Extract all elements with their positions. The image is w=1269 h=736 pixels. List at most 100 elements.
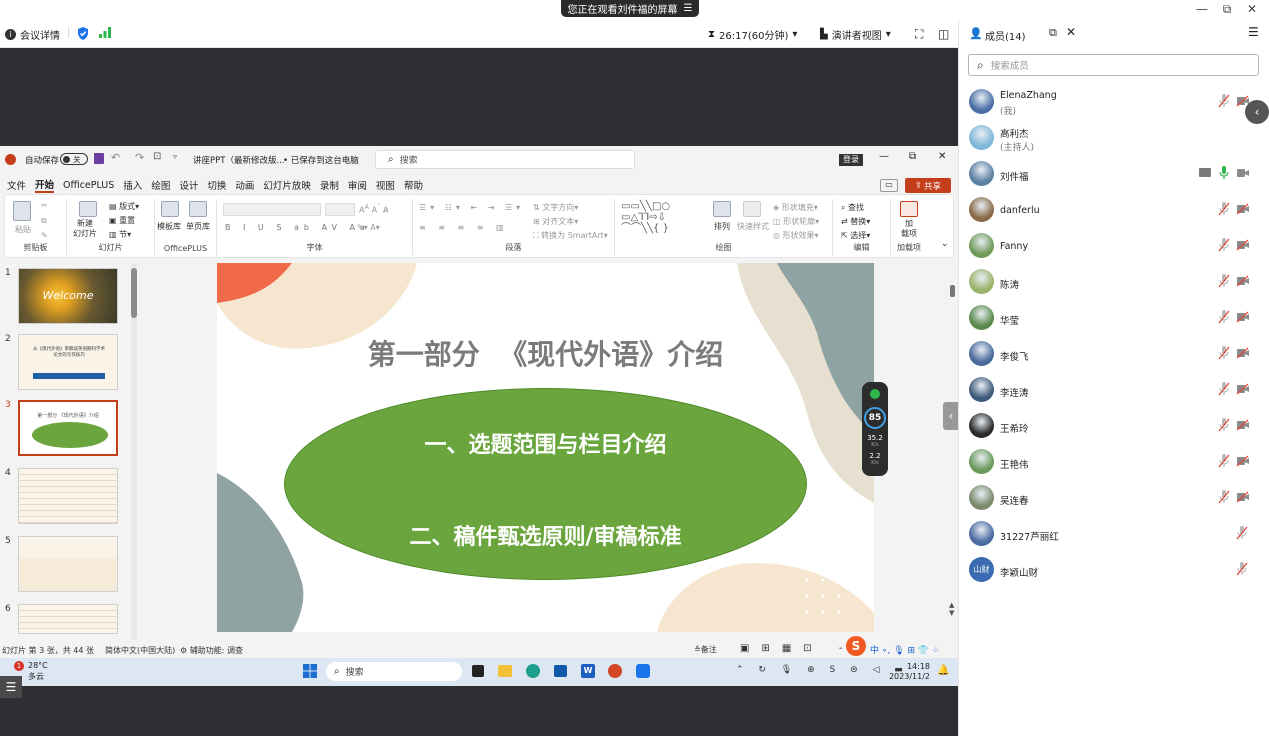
camera-off-icon[interactable] bbox=[1236, 347, 1250, 359]
member-row[interactable]: 刘件福 bbox=[959, 156, 1269, 192]
taskbar-search[interactable]: ⌕ 搜索 bbox=[326, 662, 462, 681]
cut-icon[interactable]: ✂ bbox=[41, 201, 48, 210]
member-row[interactable]: 华莹 bbox=[959, 300, 1269, 336]
menu-view[interactable]: 视图 bbox=[376, 178, 395, 192]
minimize-icon[interactable]: — bbox=[1192, 2, 1212, 16]
slide-scroll-thumb[interactable] bbox=[950, 285, 955, 297]
camera-off-icon[interactable] bbox=[1236, 455, 1250, 467]
layout-button[interactable]: ▤ 版式▾ bbox=[109, 201, 139, 212]
list-menu-icon[interactable]: ☰ bbox=[0, 676, 22, 698]
template-label[interactable]: 模板库 bbox=[157, 221, 181, 232]
page-nav-icons[interactable]: ▲ ▼ bbox=[949, 601, 954, 617]
mic-muted-icon[interactable] bbox=[1217, 237, 1231, 253]
member-row[interactable]: 高利杰 (主持人) bbox=[959, 120, 1269, 156]
find-button[interactable]: ⌕ 查找 bbox=[841, 202, 864, 213]
mic-muted-icon[interactable] bbox=[1235, 525, 1249, 541]
member-row[interactable]: 王希玲 bbox=[959, 408, 1269, 444]
ppt-restore-icon[interactable]: ⧉ bbox=[909, 151, 916, 162]
screen-share-icon[interactable] bbox=[1199, 168, 1211, 177]
undo-icon[interactable]: ↶ bbox=[111, 151, 120, 164]
align-buttons[interactable]: ≡ ≡ ≡ ≡ ▥ bbox=[419, 223, 509, 232]
member-row[interactable]: 31227芦丽红 bbox=[959, 516, 1269, 552]
addins-icon[interactable] bbox=[900, 201, 918, 217]
align-text-button[interactable]: ⊞ 对齐文本▾ bbox=[533, 216, 578, 227]
camera-on-icon[interactable] bbox=[1236, 167, 1250, 179]
shapes-gallery[interactable]: ▭▭╲╲□○ ▭△⅂⅂⇨⇩ ⌒⌒╲╲{ } bbox=[621, 201, 670, 234]
clock-date[interactable]: 2023/11/2 bbox=[880, 672, 930, 681]
new-slide-icon[interactable] bbox=[79, 201, 97, 217]
mic-muted-icon[interactable] bbox=[1217, 273, 1231, 289]
mic-muted-icon[interactable] bbox=[1217, 201, 1231, 217]
language-status[interactable]: 简体中文(中国大陆) bbox=[105, 645, 175, 656]
camera-off-icon[interactable] bbox=[1236, 311, 1250, 323]
ribbon-collapse-icon[interactable]: ⌄ bbox=[941, 239, 949, 249]
meeting-info-button[interactable]: i 会议详情 bbox=[5, 27, 60, 42]
member-search-input[interactable]: ⌕ 搜索成员 bbox=[968, 54, 1259, 76]
popout-icon[interactable]: ⧉ bbox=[1049, 26, 1057, 40]
thumbs-scroll-thumb[interactable] bbox=[131, 268, 137, 318]
signal-icon[interactable] bbox=[99, 27, 111, 38]
word-icon[interactable]: W bbox=[581, 664, 595, 678]
member-row[interactable]: ElenaZhang (我) bbox=[959, 84, 1269, 120]
smartart-button[interactable]: ⛶ 转换为 SmartArt▾ bbox=[533, 230, 608, 241]
menu-file[interactable]: 文件 bbox=[7, 178, 26, 192]
windows-start-icon[interactable] bbox=[303, 664, 317, 678]
notification-bell-icon[interactable]: 🔔 bbox=[937, 665, 949, 676]
collapse-chevron-icon[interactable]: ‹ bbox=[1245, 100, 1269, 124]
clock-time[interactable]: 14:18 bbox=[896, 662, 930, 671]
slide-scrollbar[interactable]: ▲ ▼ bbox=[948, 263, 957, 632]
mic-muted-icon[interactable] bbox=[1217, 381, 1231, 397]
ppt-minimize-icon[interactable]: — bbox=[879, 151, 889, 162]
edge-icon[interactable] bbox=[526, 664, 540, 678]
arrange-icon[interactable] bbox=[713, 201, 731, 217]
menu-slideshow[interactable]: 幻灯片放映 bbox=[263, 178, 311, 192]
present-icon[interactable]: ⊡ bbox=[153, 151, 161, 162]
select-button[interactable]: ⇱ 选择▾ bbox=[841, 230, 870, 241]
sogou-ime-icon[interactable]: S bbox=[846, 636, 866, 656]
login-button[interactable]: 登录 bbox=[839, 154, 863, 166]
menu-draw[interactable]: 绘图 bbox=[151, 178, 170, 192]
section-button[interactable]: ▥ 节▾ bbox=[109, 229, 131, 240]
current-slide[interactable]: 第一部分 《现代外语》介绍 一、选题范围与栏目介绍 二、稿件甄选原则/审稿标准 bbox=[217, 263, 874, 632]
menu-home[interactable]: 开始 bbox=[35, 177, 55, 193]
mic-muted-icon[interactable] bbox=[1217, 309, 1231, 325]
format-painter-icon[interactable]: ✎ bbox=[41, 231, 48, 240]
single-page-label[interactable]: 单页库 bbox=[186, 221, 210, 232]
menu-transitions[interactable]: 切换 bbox=[207, 178, 226, 192]
ppt-search-box[interactable]: ⌕ 搜索 bbox=[375, 150, 635, 169]
mic-on-icon[interactable] bbox=[1217, 165, 1231, 181]
shield-icon[interactable] bbox=[77, 27, 89, 40]
single-page-icon[interactable] bbox=[189, 201, 207, 217]
text-color-icon[interactable]: ✎▾ A▾ bbox=[357, 223, 380, 232]
screen-share-banner[interactable]: 您正在观看刘件福的屏幕 ☰ bbox=[561, 0, 699, 17]
list-buttons[interactable]: ☰▾ ☷▾ ⇤ ⇥ ☰▾ bbox=[419, 203, 524, 212]
camera-off-icon[interactable] bbox=[1236, 383, 1250, 395]
reset-button[interactable]: ▣ 重置 bbox=[109, 215, 135, 226]
ppt-close-icon[interactable]: ✕ bbox=[938, 151, 946, 162]
member-row[interactable]: 李俊飞 bbox=[959, 336, 1269, 372]
view-mode-button[interactable]: ▙ 演讲者视图 ▾ bbox=[820, 27, 891, 42]
slide-thumb-6[interactable] bbox=[18, 604, 118, 634]
redo-icon[interactable]: ↷ bbox=[135, 151, 144, 164]
mic-muted-icon[interactable] bbox=[1217, 345, 1231, 361]
member-row[interactable]: 陈涛 bbox=[959, 264, 1269, 300]
weather-desc[interactable]: 多云 bbox=[28, 671, 44, 682]
autosave-toggle[interactable]: 关 bbox=[60, 153, 88, 165]
member-row[interactable]: danferlu bbox=[959, 192, 1269, 228]
quick-style-icon[interactable] bbox=[743, 201, 761, 217]
network-speed-widget[interactable]: 85 35.2 K/s 2.2 K/s bbox=[862, 382, 888, 476]
shape-fill-button[interactable]: ◈ 形状填充▾ bbox=[773, 202, 818, 213]
arrange-label[interactable]: 排列 bbox=[714, 221, 730, 232]
customize-qat-icon[interactable]: ▿ bbox=[173, 152, 177, 161]
text-direction-button[interactable]: ⇅ 文字方向▾ bbox=[533, 202, 578, 213]
camera-off-icon[interactable] bbox=[1236, 203, 1250, 215]
slide-thumb-1[interactable]: Welcome bbox=[18, 268, 118, 324]
panel-menu-icon[interactable]: ☰ bbox=[1248, 25, 1259, 39]
menu-officeplus[interactable]: OfficePLUS bbox=[63, 180, 114, 191]
shape-outline-button[interactable]: ◫ 形状轮廓▾ bbox=[773, 216, 819, 227]
camera-off-icon[interactable] bbox=[1236, 491, 1250, 503]
paste-icon[interactable] bbox=[13, 201, 31, 221]
accessibility-status[interactable]: ⚙ 辅助功能: 调查 bbox=[180, 645, 243, 656]
menu-design[interactable]: 设计 bbox=[179, 178, 198, 192]
font-grow-icon[interactable]: AA Aˇ A̷ bbox=[359, 203, 388, 215]
